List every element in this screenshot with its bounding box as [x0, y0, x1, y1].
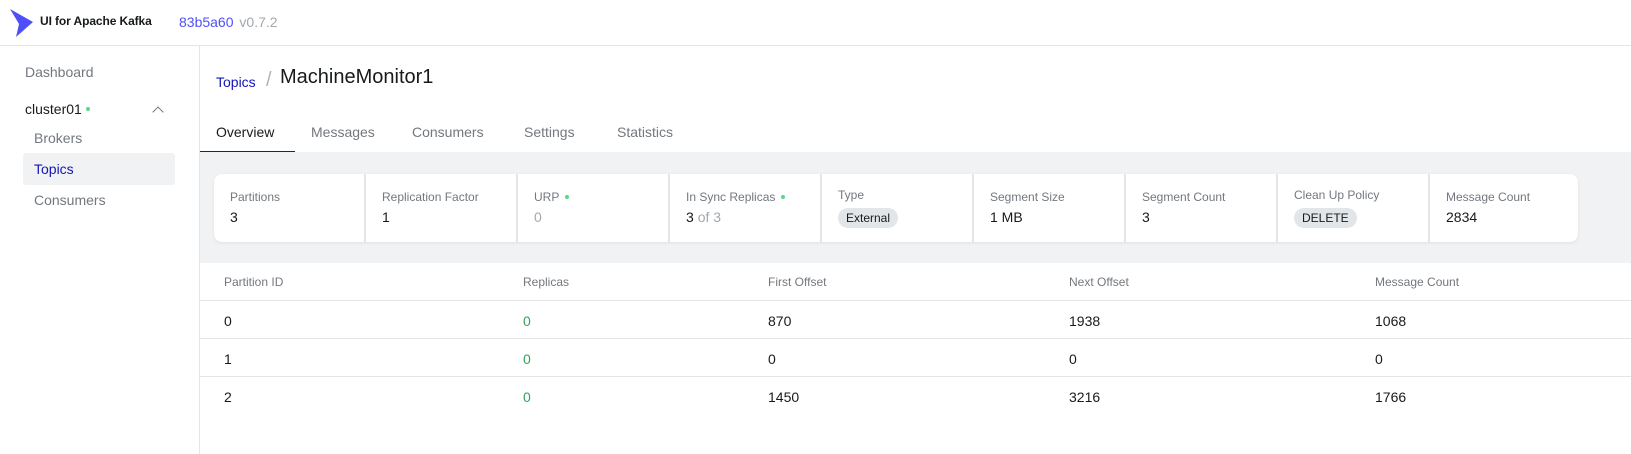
- table-row: 1 0 0 0 0: [200, 339, 1631, 377]
- metric-partitions: Partitions 3: [214, 174, 366, 242]
- metric-segment-count: Segment Count 3: [1126, 174, 1278, 242]
- metric-value: 3: [1142, 209, 1150, 225]
- tab-statistics[interactable]: Statistics: [617, 116, 673, 152]
- column-header-message-count: Message Count: [1375, 275, 1460, 289]
- tab-consumers[interactable]: Consumers: [412, 116, 484, 152]
- topic-tabs: Overview Messages Consumers Settings Sta…: [200, 116, 1631, 152]
- cell-first-offset: 0: [768, 351, 776, 367]
- column-header-replicas: Replicas: [523, 275, 570, 289]
- metric-label: Segment Size: [990, 190, 1065, 204]
- cell-replicas: 0: [523, 313, 531, 329]
- metric-value: 0: [534, 209, 542, 225]
- breadcrumb-topics-link[interactable]: Topics: [216, 74, 256, 90]
- version-hash-link[interactable]: 83b5a60: [179, 14, 234, 30]
- cluster-name: cluster01: [25, 101, 82, 117]
- metric-value: 3 of 3: [686, 209, 722, 225]
- table-row: 2 0 1450 3216 1766: [200, 377, 1631, 415]
- metric-cleanup-policy: Clean Up Policy DELETE: [1278, 174, 1430, 242]
- tab-settings[interactable]: Settings: [524, 116, 575, 152]
- cluster-status-dot: [85, 107, 90, 112]
- metric-urp: URP 0: [518, 174, 670, 242]
- chevron-up-icon[interactable]: [152, 106, 164, 118]
- metric-type: Type External: [822, 174, 974, 242]
- metric-label: Message Count: [1446, 190, 1531, 204]
- metric-replication-factor: Replication Factor 1: [366, 174, 518, 242]
- column-header-next-offset: Next Offset: [1069, 275, 1129, 289]
- cleanup-policy-badge: DELETE: [1294, 208, 1357, 228]
- column-header-first-offset: First Offset: [768, 275, 827, 289]
- cell-message-count: 1766: [1375, 389, 1407, 405]
- metric-label: Segment Count: [1142, 190, 1226, 204]
- type-badge: External: [838, 208, 899, 228]
- metrics-section: Partitions 3 Replication Factor 1 URP 0 …: [200, 152, 1631, 263]
- metric-value: 3: [230, 209, 238, 225]
- table-row: 0 0 870 1938 1068: [200, 301, 1631, 339]
- metric-message-count: Message Count 2834: [1430, 174, 1578, 242]
- column-header-partition-id: Partition ID: [224, 275, 284, 289]
- tab-overview[interactable]: Overview: [200, 116, 295, 152]
- metric-label: Clean Up Policy: [1294, 188, 1380, 202]
- version-info: 83b5a60 v0.7.2: [179, 14, 278, 30]
- metric-label: Type: [838, 188, 865, 202]
- cell-next-offset: 3216: [1069, 389, 1101, 405]
- metric-value: 2834: [1446, 209, 1478, 225]
- table-header: Partition ID Replicas First Offset Next …: [200, 263, 1631, 301]
- sidebar-item-dashboard[interactable]: Dashboard: [25, 64, 94, 80]
- page-title: MachineMonitor1: [280, 66, 434, 88]
- top-navbar: UI for Apache Kafka 83b5a60 v0.7.2: [0, 0, 1631, 46]
- metric-label: In Sync Replicas: [686, 190, 786, 204]
- metric-label: Partitions: [230, 190, 281, 204]
- sidebar: Dashboard cluster01 Brokers Topics Consu…: [0, 46, 200, 454]
- breadcrumb-separator: /: [266, 69, 272, 91]
- sidebar-item-consumers[interactable]: Consumers: [23, 184, 175, 216]
- cell-replicas: 0: [523, 389, 531, 405]
- cell-first-offset: 1450: [768, 389, 800, 405]
- metric-label: URP: [534, 190, 570, 204]
- metric-value: 1: [382, 209, 390, 225]
- partitions-table: Partition ID Replicas First Offset Next …: [200, 263, 1631, 415]
- sidebar-item-topics[interactable]: Topics: [23, 153, 175, 185]
- kafka-logo-icon[interactable]: [10, 8, 34, 38]
- cell-message-count: 1068: [1375, 313, 1407, 329]
- metric-value: 1 MB: [990, 209, 1023, 225]
- app-brand[interactable]: UI for Apache Kafka: [40, 14, 152, 28]
- tab-messages[interactable]: Messages: [311, 116, 375, 152]
- sidebar-item-brokers[interactable]: Brokers: [23, 122, 175, 154]
- cell-partition-id: 2: [224, 389, 232, 405]
- cell-replicas: 0: [523, 351, 531, 367]
- metric-label: Replication Factor: [382, 190, 479, 204]
- status-dot-icon: [565, 194, 570, 199]
- cell-partition-id: 0: [224, 313, 232, 329]
- cell-next-offset: 0: [1069, 351, 1077, 367]
- sidebar-cluster[interactable]: cluster01: [25, 101, 90, 117]
- metrics-card: Partitions 3 Replication Factor 1 URP 0 …: [214, 174, 1578, 242]
- cell-message-count: 0: [1375, 351, 1383, 367]
- metric-in-sync-replicas: In Sync Replicas 3 of 3: [670, 174, 822, 242]
- cell-next-offset: 1938: [1069, 313, 1101, 329]
- version-tag: v0.7.2: [239, 14, 278, 30]
- status-dot-icon: [781, 194, 786, 199]
- cell-partition-id: 1: [224, 351, 232, 367]
- metric-segment-size: Segment Size 1 MB: [974, 174, 1126, 242]
- cell-first-offset: 870: [768, 313, 792, 329]
